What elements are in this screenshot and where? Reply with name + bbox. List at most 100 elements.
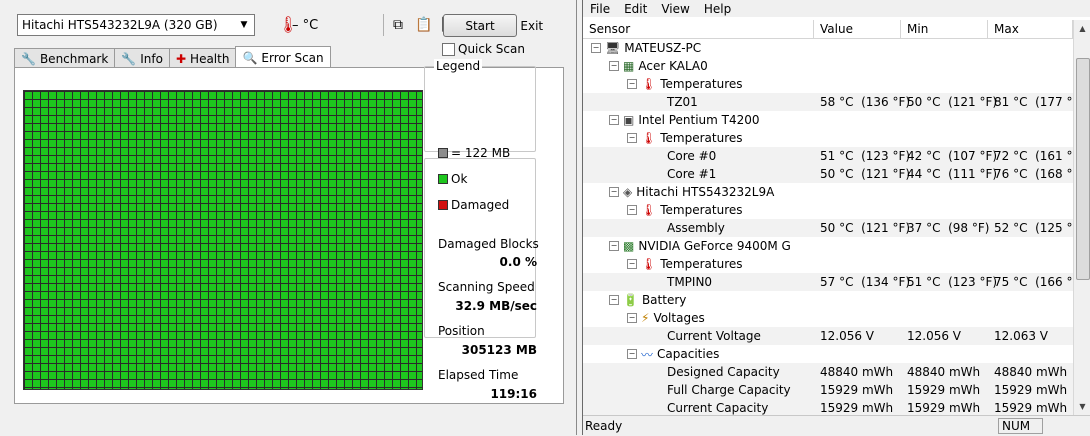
sensor-label: TMPIN0	[667, 275, 713, 289]
tab-benchmark[interactable]: 🔧 Benchmark	[14, 48, 116, 68]
sensor-label: Current Voltage	[667, 329, 761, 343]
scroll-up-icon[interactable]: ▲	[1074, 20, 1090, 37]
thermometer-icon: 🌡	[641, 203, 657, 217]
sensor-max-cell: 72 °C (161 °F)	[994, 149, 1073, 163]
checkbox-box[interactable]	[442, 42, 455, 56]
gpu-icon: ▩	[623, 239, 635, 253]
column-value[interactable]: Value	[814, 20, 901, 38]
motherboard-icon: ▦	[623, 59, 635, 73]
sensor-group-row[interactable]: − 🌡 Temperatures	[583, 129, 1073, 147]
collapse-icon[interactable]: −	[591, 43, 601, 53]
sensor-group-row[interactable]: − 🌡 Temperatures	[583, 255, 1073, 273]
capacity-icon: 〰	[641, 347, 654, 362]
cpu-icon: ▣	[623, 113, 635, 127]
sensor-label: Designed Capacity	[667, 365, 780, 379]
scrollbar-thumb[interactable]	[1076, 58, 1090, 280]
sensor-label: Temperatures	[660, 203, 743, 217]
menu-edit[interactable]: Edit	[624, 2, 647, 16]
sensor-group-row[interactable]: − 〰 Capacities	[583, 345, 1073, 363]
sensor-min-cell: 50 °C (121 °F)	[907, 95, 998, 109]
quick-scan-checkbox[interactable]: Quick Scan	[442, 42, 525, 56]
sensor-group-row[interactable]: − ◈ Hitachi HTS543232L9A	[583, 183, 1073, 201]
column-sensor[interactable]: Sensor	[583, 20, 814, 38]
sensor-name-cell: − 🔋 Battery	[609, 293, 686, 307]
sensor-name-cell: Core #0	[645, 149, 716, 163]
column-max[interactable]: Max	[988, 20, 1073, 38]
sensor-value-row[interactable]: Designed Capacity 48840 mWh 48840 mWh 48840…	[583, 363, 1073, 381]
start-button[interactable]: Start	[443, 14, 517, 37]
sensor-name-cell: Current Capacity	[645, 401, 768, 415]
collapse-icon[interactable]: −	[609, 295, 619, 305]
sensor-group-row[interactable]: − 🌡 Temperatures	[583, 75, 1073, 93]
sensor-name-cell: Core #1	[645, 167, 716, 181]
sensor-label: Hitachi HTS543232L9A	[636, 185, 775, 199]
sensor-group-row[interactable]: − ▣ Intel Pentium T4200	[583, 111, 1073, 129]
scanning-speed-value: 32.9 MB/sec	[455, 299, 537, 313]
collapse-icon[interactable]: −	[627, 313, 637, 323]
sensor-label: Current Capacity	[667, 401, 769, 415]
sensor-name-cell: TZ01	[645, 95, 698, 109]
collapse-icon[interactable]: −	[609, 241, 619, 251]
sensor-label: Acer KALA0	[638, 59, 708, 73]
drive-select[interactable]: Hitachi HTS543232L9A (320 GB) ▼	[17, 14, 255, 36]
sensor-name-cell: − ▣ Intel Pentium T4200	[609, 113, 760, 127]
sensor-group-row[interactable]: − ▩ NVIDIA GeForce 9400M G	[583, 237, 1073, 255]
sensor-value-cell: 51 °C (123 °F)	[820, 149, 911, 163]
health-cross-icon: ✚	[175, 51, 187, 66]
sensor-min-cell: 15929 mWh	[907, 401, 981, 415]
sensor-value-row[interactable]: Current Voltage 12.056 V 12.056 V 12.063 V	[583, 327, 1073, 345]
sensor-value-cell: 50 °C (121 °F)	[820, 221, 911, 235]
damaged-blocks-label: Damaged Blocks	[438, 237, 539, 251]
tab-info[interactable]: 🔧 Info	[114, 48, 170, 68]
tab-label: Error Scan	[261, 50, 324, 65]
sensor-value-row[interactable]: TMPIN0 57 °C (134 °F) 51 °C (123 °F) 75 °C …	[583, 273, 1073, 291]
sensor-label: Core #0	[667, 149, 717, 163]
sensor-name-cell: Current Voltage	[645, 329, 761, 343]
sensor-label: NVIDIA GeForce 9400M G	[638, 239, 791, 253]
sensor-value-row[interactable]: Current Capacity 15929 mWh 15929 mWh 15929 …	[583, 399, 1073, 415]
collapse-icon[interactable]: −	[627, 133, 637, 143]
collapse-icon[interactable]: −	[609, 61, 619, 71]
copy-icon[interactable]: ⧉	[388, 15, 408, 35]
menu-view[interactable]: View	[661, 2, 689, 16]
sensor-label: Full Charge Capacity	[667, 383, 791, 397]
vertical-scrollbar[interactable]: ▲ ▼	[1073, 20, 1090, 415]
sensor-group-row[interactable]: − 🔋 Battery	[583, 291, 1073, 309]
tab-health[interactable]: ✚ Health	[168, 48, 237, 68]
menu-help[interactable]: Help	[704, 2, 731, 16]
sensor-max-cell: 12.063 V	[994, 329, 1049, 343]
position-value: 305123 MB	[461, 343, 537, 357]
sensor-name-cell: − 🌡 Temperatures	[627, 203, 743, 217]
paste-icon[interactable]: 📋	[414, 15, 434, 35]
sensor-value-row[interactable]: TZ01 58 °C (136 °F) 50 °C (121 °F) 81 °C (1…	[583, 93, 1073, 111]
sensor-value-row[interactable]: Full Charge Capacity 15929 mWh 15929 mWh 15…	[583, 381, 1073, 399]
sensor-name-cell: − ◈ Hitachi HTS543232L9A	[609, 185, 774, 199]
collapse-icon[interactable]: −	[609, 115, 619, 125]
chevron-down-icon[interactable]: ▼	[236, 17, 252, 33]
sensor-value-row[interactable]: Core #1 50 °C (121 °F) 44 °C (111 °F) 76 °C…	[583, 165, 1073, 183]
thermometer-icon: 🌡	[641, 77, 657, 91]
quick-scan-label: Quick Scan	[458, 42, 525, 56]
exit-label: Exit	[520, 18, 544, 33]
column-min[interactable]: Min	[901, 20, 988, 38]
tab-error-scan[interactable]: 🔍 Error Scan	[235, 46, 331, 68]
collapse-icon[interactable]: −	[627, 79, 637, 89]
sensor-value-row[interactable]: Assembly 50 °C (121 °F) 37 °C (98 °F) 52 °C…	[583, 219, 1073, 237]
sensor-group-row[interactable]: − ⚡ Voltages	[583, 309, 1073, 327]
sensor-value-cell: 58 °C (136 °F)	[820, 95, 911, 109]
collapse-icon[interactable]: −	[627, 205, 637, 215]
menu-file[interactable]: File	[590, 2, 610, 16]
sensor-label: Temperatures	[660, 77, 743, 91]
scroll-down-icon[interactable]: ▼	[1074, 398, 1090, 415]
sensor-group-row[interactable]: − 🖥 MATEUSZ-PC	[583, 39, 1073, 57]
sensor-label: TZ01	[667, 95, 698, 109]
sensor-name-cell: Designed Capacity	[645, 365, 780, 379]
sensor-group-row[interactable]: − ▦ Acer KALA0	[583, 57, 1073, 75]
sensor-group-row[interactable]: − 🌡 Temperatures	[583, 201, 1073, 219]
gray-swatch-icon	[438, 148, 448, 158]
collapse-icon[interactable]: −	[609, 187, 619, 197]
collapse-icon[interactable]: −	[627, 349, 637, 359]
position-label: Position	[438, 324, 485, 338]
sensor-value-row[interactable]: Core #0 51 °C (123 °F) 42 °C (107 °F) 72 °C…	[583, 147, 1073, 165]
collapse-icon[interactable]: −	[627, 259, 637, 269]
